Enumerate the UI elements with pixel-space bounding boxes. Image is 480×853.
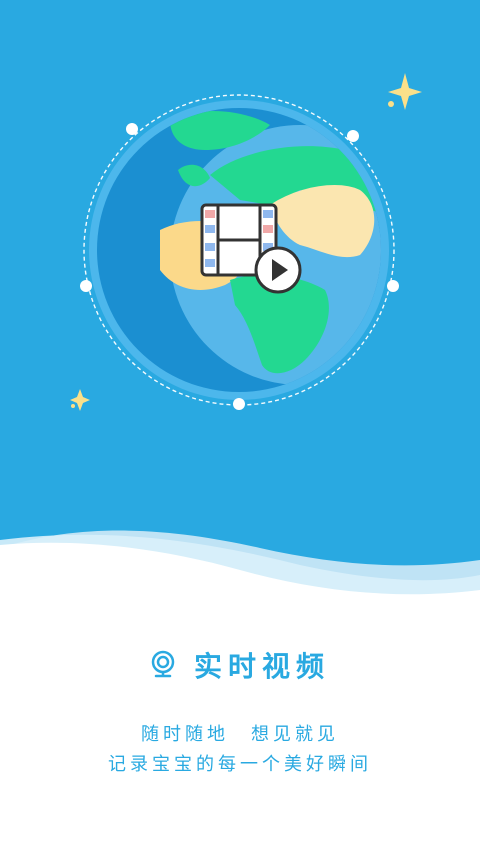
- tagline-part-1: 随时随地: [141, 724, 229, 745]
- tagline-part-2: 想见就见: [251, 724, 339, 745]
- hero-illustration: [0, 0, 480, 600]
- splash-screen: 实时视频 随时随地 想见就见 记录宝宝的每一个美好瞬间: [0, 0, 480, 853]
- tagline-line-1: 随时随地 想见就见: [0, 720, 480, 746]
- feature-title-row: 实时视频: [0, 645, 480, 685]
- feature-title: 实时视频: [193, 650, 330, 683]
- tagline-line-2: 记录宝宝的每一个美好瞬间: [108, 754, 372, 775]
- webcam-icon: [151, 650, 175, 678]
